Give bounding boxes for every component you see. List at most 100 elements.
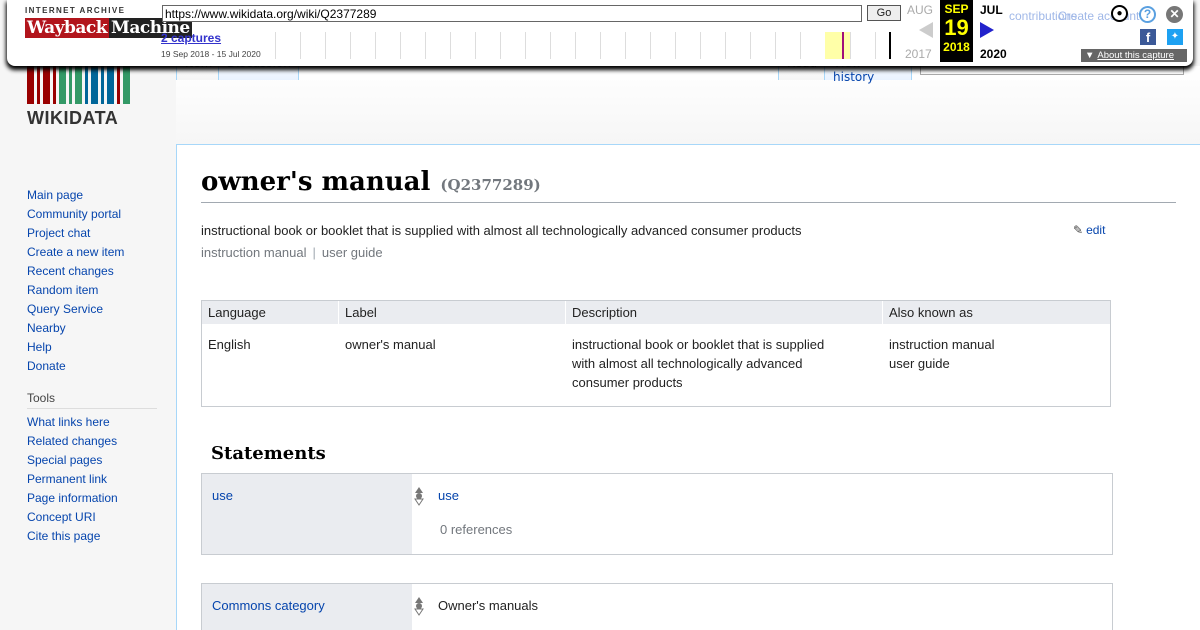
sparkline-month-column[interactable] [550,32,575,59]
column-header: Description [572,305,638,320]
sparkline-month-column[interactable] [775,32,800,59]
wayback-next-month[interactable]: JUL [980,3,1003,17]
sparkline-month-column[interactable] [575,32,600,59]
sparkline-month-column[interactable] [425,32,450,59]
sparkline-month-column[interactable] [700,32,725,59]
wayback-brand-top: INTERNET ARCHIVE [25,6,126,15]
wayback-brand: Wayback Machine [25,18,192,38]
alias: user guide [321,245,383,260]
wikidata-wordmark: WIKIDATA [27,108,119,128]
sidebar-item-nearby[interactable]: Nearby [27,319,157,338]
item-aliases: instruction manual | user guide [201,245,383,260]
sidebar-item-permanent-link[interactable]: Permanent link [27,470,157,489]
column-header: Language [208,305,266,320]
statement-property-link[interactable]: use [212,488,233,503]
statement-value-link[interactable]: use [438,488,459,503]
sparkline-month-column[interactable] [275,32,300,59]
sidebar-tools: What links here Related changes Special pa… [27,413,157,546]
sparkline-highlight [825,32,850,59]
sparkline-month-column[interactable] [450,32,475,59]
references-toggle[interactable]: 0 references [440,522,512,537]
sparkline-month-column[interactable] [650,32,675,59]
alias-separator: | [312,245,316,260]
wayback-go-button[interactable]: Go [867,5,901,21]
sparkline-month-column[interactable] [500,32,525,59]
help-icon[interactable]: ? [1139,6,1156,23]
sidebar-item-main-page[interactable]: Main page [27,186,157,205]
statement-group: use use 0 references [201,473,1113,555]
wayback-url-input[interactable]: https://www.wikidata.org/wiki/Q2377289 [162,5,862,22]
sidebar-item-project-chat[interactable]: Project chat [27,224,157,243]
sparkline-month-column[interactable] [675,32,700,59]
sidebar-item-page-information[interactable]: Page information [27,489,157,508]
sparkline-month-column[interactable] [725,32,750,59]
statements-heading: Statements [211,443,326,464]
sidebar-tools-heading: Tools [27,391,157,409]
sparkline-current-marker [889,32,891,59]
statement-property-link[interactable]: Commons category [212,598,325,613]
wayback-current-date: SEP 19 2018 [940,0,973,62]
normal-rank-icon[interactable] [414,486,424,506]
sidebar-item-cite-this-page[interactable]: Cite this page [27,527,157,546]
sparkline-month-column[interactable] [350,32,375,59]
statement-group: Commons category Owner's manuals [201,583,1113,630]
sparkline-month-column[interactable] [325,32,350,59]
term-label: owner's manual [345,337,436,352]
sparkline-month-column[interactable] [850,32,875,59]
close-icon[interactable]: ✕ [1166,6,1183,23]
sidebar: Main page Community portal Project chat Cre… [27,186,157,546]
column-header: Label [345,305,377,320]
sparkline-month-column[interactable] [375,32,400,59]
sidebar-item-create-a-new-item[interactable]: Create a new item [27,243,157,262]
twitter-icon[interactable]: ✦ [1167,29,1183,45]
sidebar-item-recent-changes[interactable]: Recent changes [27,262,157,281]
prev-capture-arrow-icon[interactable] [919,22,933,38]
wayback-prev-year[interactable]: 2017 [905,47,932,61]
sparkline-month-column[interactable] [750,32,775,59]
edit-button[interactable]: ✎ edit [1073,223,1105,237]
sidebar-item-query-service[interactable]: Query Service [27,300,157,319]
item-id: (Q2377289) [440,176,541,194]
sparkline-month-column[interactable] [475,32,500,59]
wayback-next-year[interactable]: 2020 [980,47,1007,61]
caret-down-icon: ▼ [1085,50,1095,61]
normal-rank-icon[interactable] [414,596,424,616]
wayback-sparkline[interactable] [275,32,903,59]
sparkline-capture-bar[interactable] [842,32,844,59]
item-label: owner's manual [201,167,431,197]
next-capture-arrow-icon[interactable] [980,22,994,38]
sidebar-navigation: Main page Community portal Project chat Cre… [27,186,157,376]
terms-table-header: Language Label Description Also known as [202,301,1110,324]
item-description: instructional book or booklet that is su… [201,223,802,238]
sparkline-month-column[interactable] [625,32,650,59]
sparkline-month-column[interactable] [400,32,425,59]
sidebar-item-concept-uri[interactable]: Concept URI [27,508,157,527]
user-icon[interactable]: ● [1111,5,1128,22]
sidebar-item-special-pages[interactable]: Special pages [27,451,157,470]
sidebar-item-community-portal[interactable]: Community portal [27,205,157,224]
wayback-date-range: 19 Sep 2018 - 15 Jul 2020 [161,49,261,59]
wayback-prev-month[interactable]: AUG [907,3,933,17]
about-capture-button[interactable]: ▼ About this capture [1081,49,1187,62]
terms-table: Language Label Description Also known as… [201,300,1111,407]
sparkline-month-column[interactable] [600,32,625,59]
sidebar-item-random-item[interactable]: Random item [27,281,157,300]
page-title: owner's manual (Q2377289) [201,167,1176,203]
main-content: owner's manual (Q2377289) instructional b… [176,144,1200,630]
term-description: instructional book or booklet that is su… [572,337,825,390]
sidebar-item-related-changes[interactable]: Related changes [27,432,157,451]
header-background [176,66,1200,145]
alias: instruction manual [201,245,307,260]
sparkline-month-column[interactable] [525,32,550,59]
sidebar-item-what-links-here[interactable]: What links here [27,413,157,432]
statement-value: Owner's manuals [438,598,539,613]
sparkline-month-column[interactable] [300,32,325,59]
sidebar-item-donate[interactable]: Donate [27,357,157,376]
wayback-logo[interactable]: INTERNET ARCHIVE Wayback Machine [25,6,192,54]
sparkline-month-column[interactable] [800,32,825,59]
sparkline-month-column[interactable] [875,32,900,59]
sidebar-item-help[interactable]: Help [27,338,157,357]
facebook-icon[interactable]: f [1140,29,1156,45]
wayback-captures-link[interactable]: 2 captures [161,31,221,45]
wayback-toolbar: INTERNET ARCHIVE Wayback Machine https://… [7,0,1193,66]
